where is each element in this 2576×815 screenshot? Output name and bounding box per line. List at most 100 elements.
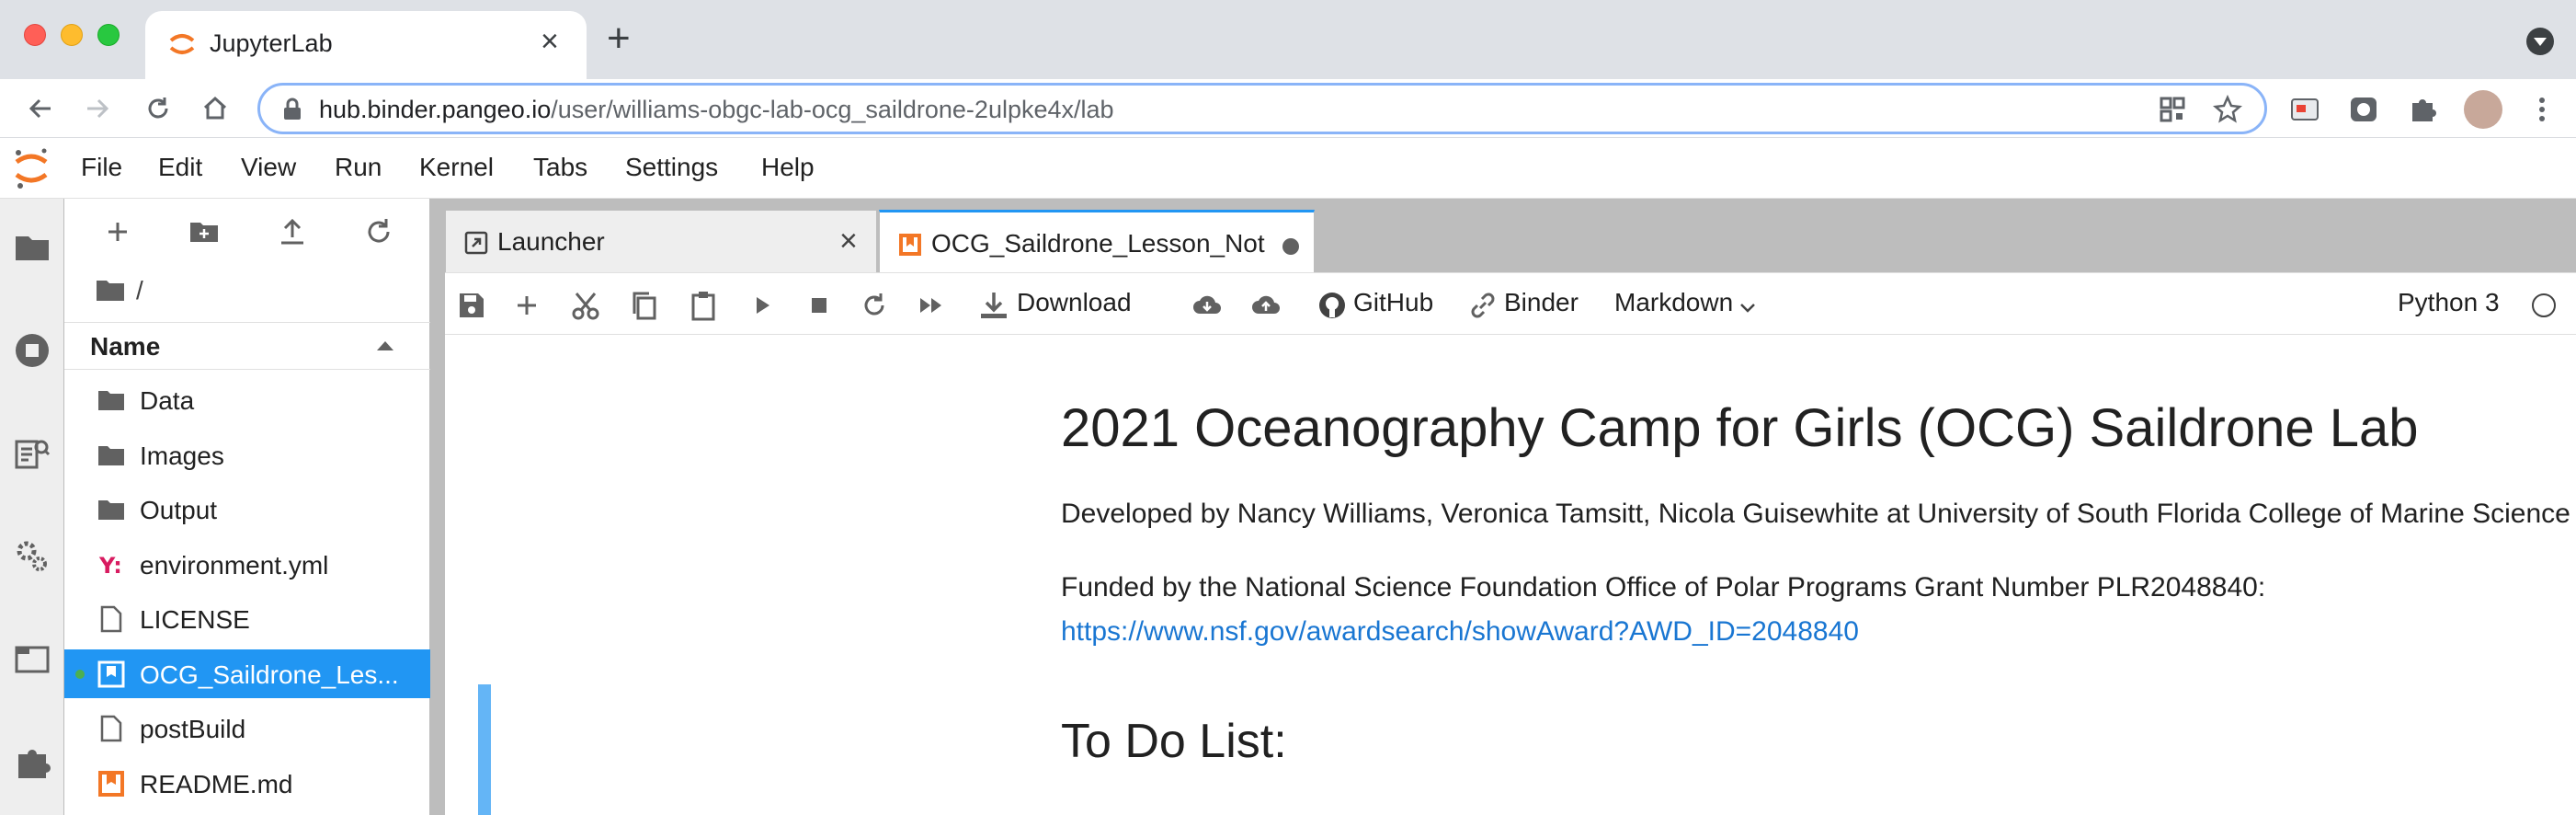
qr-code-icon[interactable] [2158, 95, 2187, 124]
download-icon[interactable] [978, 290, 1009, 321]
extension-icon[interactable] [2289, 94, 2320, 125]
menu-settings[interactable]: Settings [625, 153, 718, 182]
jupyter-favicon-icon [169, 34, 195, 54]
bookmark-star-icon[interactable] [2213, 95, 2242, 124]
save-icon[interactable] [456, 290, 487, 321]
file-list-item[interactable]: OCG_Saildrone_Les... [64, 649, 430, 698]
back-icon[interactable] [20, 88, 61, 129]
fast-forward-icon[interactable] [916, 290, 947, 321]
unsaved-indicator-icon[interactable] [1282, 238, 1299, 255]
file-list-item[interactable]: Images [64, 430, 430, 479]
file-list-item[interactable]: Output [64, 485, 430, 534]
folder-icon [97, 281, 124, 301]
active-cell-collapser[interactable] [478, 684, 491, 815]
binder-link-icon[interactable] [1467, 290, 1499, 321]
forward-icon[interactable] [77, 88, 118, 129]
menu-kernel[interactable]: Kernel [419, 153, 494, 182]
nsf-award-link[interactable]: https://www.nsf.gov/awardsearch/showAwar… [1061, 616, 1859, 648]
chevron-down-icon[interactable] [1738, 297, 1758, 317]
address-bar[interactable]: hub.binder.pangeo.io/user/williams-obgc-… [257, 83, 2267, 134]
paste-icon[interactable] [688, 290, 719, 321]
file-name: LICENSE [140, 605, 250, 634]
run-icon[interactable] [747, 290, 778, 321]
reload-icon[interactable] [138, 88, 178, 129]
new-tab-button[interactable]: + [607, 18, 631, 59]
menu-tabs[interactable]: Tabs [533, 153, 587, 182]
window-close-button[interactable] [24, 24, 46, 46]
insert-cell-icon[interactable] [511, 290, 542, 321]
new-folder-icon[interactable] [188, 215, 221, 248]
restart-icon[interactable] [859, 290, 890, 321]
left-activity-bar [0, 199, 64, 815]
menu-file[interactable]: File [81, 153, 122, 182]
notebook-icon [97, 660, 125, 687]
tab-launcher[interactable]: Launcher × [445, 210, 877, 272]
main-dock-area: Launcher × OCG_Saildrone_Lesson_Not Down… [430, 199, 2576, 815]
running-sessions-icon[interactable] [13, 331, 51, 370]
commands-icon[interactable] [13, 434, 51, 473]
yaml-icon: Y: [98, 553, 122, 579]
file-list-item[interactable]: Y: environment.yml [64, 540, 430, 589]
property-inspector-icon[interactable] [13, 537, 51, 576]
folder-icon [98, 391, 124, 410]
file-name: postBuild [140, 715, 246, 743]
file-name: README.md [140, 769, 293, 798]
menu-run[interactable]: Run [335, 153, 382, 182]
new-launcher-icon[interactable] [101, 215, 134, 248]
window-minimize-button[interactable] [61, 24, 83, 46]
file-list-item[interactable]: postBuild [64, 704, 430, 752]
kernel-name[interactable]: Python 3 [2398, 288, 2500, 317]
svg-text:Y:: Y: [98, 553, 122, 579]
sort-ascending-icon[interactable] [377, 341, 393, 350]
file-browser-icon[interactable] [13, 228, 51, 267]
cloud-download-icon[interactable] [1191, 290, 1223, 321]
jupyter-logo-icon [15, 148, 48, 189]
browser-tab-title: JupyterLab [210, 29, 333, 57]
url-text: hub.binder.pangeo.io/user/williams-obgc-… [319, 96, 1114, 123]
menu-view[interactable]: View [241, 153, 296, 182]
home-icon[interactable] [195, 88, 235, 129]
extension-icon[interactable] [2348, 94, 2379, 125]
tab-label: OCG_Saildrone_Lesson_Not [931, 229, 1265, 258]
tab-search-button[interactable] [2526, 28, 2554, 55]
file-list-item[interactable]: Data [64, 375, 430, 424]
copy-icon[interactable] [629, 290, 660, 321]
binder-button[interactable]: Binder [1504, 288, 1579, 317]
browser-tab[interactable]: JupyterLab × [145, 11, 587, 79]
extension-manager-icon[interactable] [13, 743, 51, 782]
close-tab-icon[interactable]: × [541, 26, 559, 57]
browser-menu-icon[interactable] [2526, 94, 2558, 125]
notebook-toolbar: Download GitHub Binder Markdown Python 3 [445, 272, 2576, 335]
breadcrumb[interactable]: / [96, 272, 143, 309]
launcher-icon [464, 231, 488, 255]
file-name: environment.yml [140, 550, 329, 580]
extensions-puzzle-icon[interactable] [2407, 94, 2438, 125]
refresh-icon[interactable] [362, 215, 395, 248]
cell-type-select[interactable]: Markdown [1614, 288, 1733, 317]
cloud-upload-icon[interactable] [1250, 290, 1282, 321]
github-button[interactable]: GitHub [1353, 288, 1433, 317]
breadcrumb-root[interactable]: / [136, 276, 143, 305]
menu-edit[interactable]: Edit [158, 153, 202, 182]
interrupt-icon[interactable] [804, 290, 835, 321]
cut-icon[interactable] [570, 290, 601, 321]
file-list-item[interactable]: README.md [64, 759, 430, 808]
upload-icon[interactable] [276, 215, 309, 248]
profile-avatar[interactable] [2464, 90, 2502, 129]
folder-icon [98, 445, 124, 465]
notebook-panel[interactable]: 2021 Oceanography Camp for Girls (OCG) S… [445, 335, 2576, 815]
close-tab-icon[interactable]: × [839, 224, 858, 259]
github-icon[interactable] [1316, 290, 1348, 321]
file-browser-toolbar [64, 199, 430, 267]
tab-notebook[interactable]: OCG_Saildrone_Lesson_Not [879, 210, 1315, 272]
name-column-header[interactable]: Name [90, 332, 160, 362]
window-zoom-button[interactable] [97, 24, 120, 46]
menu-help[interactable]: Help [761, 153, 815, 182]
file-list-item[interactable]: LICENSE [64, 594, 430, 643]
download-button[interactable]: Download [1017, 288, 1132, 317]
file-list-header[interactable]: Name [64, 322, 430, 370]
file-icon [100, 715, 122, 742]
browser-tab-strip: JupyterLab × + [0, 0, 2576, 79]
tabs-icon[interactable] [13, 640, 51, 679]
funded-by-text: Funded by the National Science Foundatio… [1061, 572, 2266, 603]
